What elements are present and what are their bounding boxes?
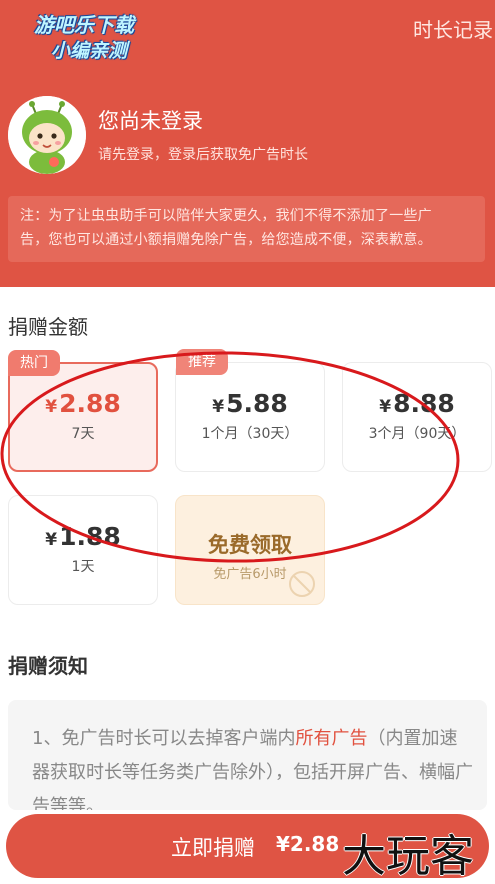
option-duration: 3个月（90天） — [368, 426, 466, 442]
mascot-avatar-icon — [8, 96, 86, 174]
option-price: ¥2.88 — [45, 389, 121, 418]
donation-amount-title: 捐赠金额 — [8, 315, 88, 339]
no-ad-icon — [289, 571, 315, 597]
option-price: ¥5.88 — [212, 389, 288, 418]
header-banner: 游吧乐下载 小编亲测 时长记录 您尚未登录 请先登录，登录后获取免广告时长 注：… — [0, 0, 495, 287]
avatar[interactable] — [8, 96, 86, 174]
donate-button-label: 立即捐赠 — [171, 836, 255, 860]
notice-line1: 注：为了让虫虫助手可以陪伴大家更久，我们不得不添加了一些广 — [20, 208, 432, 224]
donation-option-2-88[interactable]: 热门 ¥2.88 7天 — [8, 350, 158, 472]
login-status-title[interactable]: 您尚未登录 — [98, 105, 203, 135]
login-hint: 请先登录，登录后获取免广告时长 — [98, 147, 308, 163]
donate-button-amount: ¥2.88 — [276, 832, 340, 856]
option-duration: 7天 — [71, 426, 95, 442]
rules-text-before: 1、免广告时长可以去掉客户端内 — [32, 728, 296, 749]
hot-tag: 热门 — [8, 350, 60, 376]
option-price: ¥1.88 — [45, 522, 121, 551]
option-price: ¥8.88 — [379, 389, 455, 418]
recommend-tag: 推荐 — [176, 349, 228, 375]
watermark-line2: 小编亲测 — [50, 40, 127, 62]
notice-line2: 告，您也可以通过小额捐赠免除广告，给您造成不便，深表歉意。 — [20, 232, 432, 248]
free-claim-option[interactable]: 免费领取 免广告6小时 — [175, 495, 325, 605]
history-record-link[interactable]: 时长记录 — [413, 14, 493, 43]
watermark-logo: 游吧乐下载 小编亲测 — [14, 12, 154, 64]
free-claim-title: 免费领取 — [208, 533, 292, 557]
donation-option-5-88[interactable]: 推荐 ¥5.88 1个月（30天） — [175, 349, 325, 472]
donation-option-8-88[interactable]: ¥8.88 3个月（90天） — [342, 362, 492, 472]
donate-now-button[interactable]: 立即捐赠 ¥2.88 大玩客 — [6, 814, 489, 882]
option-duration: 1天 — [71, 559, 95, 575]
donation-option-1-88[interactable]: ¥1.88 1天 — [8, 495, 158, 605]
donation-rules-box: 1、免广告时长可以去掉客户端内所有广告（内置加速器获取时长等任务类广告除外），包… — [8, 700, 487, 810]
watermark-line1: 游吧乐下载 — [34, 13, 134, 37]
option-duration: 1个月（30天） — [201, 426, 299, 442]
donation-rules-title: 捐赠须知 — [8, 654, 88, 678]
brand-watermark: 大玩客 — [342, 831, 474, 882]
ad-notice: 注：为了让虫虫助手可以陪伴大家更久，我们不得不添加了一些广 告，您也可以通过小额… — [8, 196, 485, 262]
rules-text-highlight: 所有广告 — [295, 728, 368, 749]
